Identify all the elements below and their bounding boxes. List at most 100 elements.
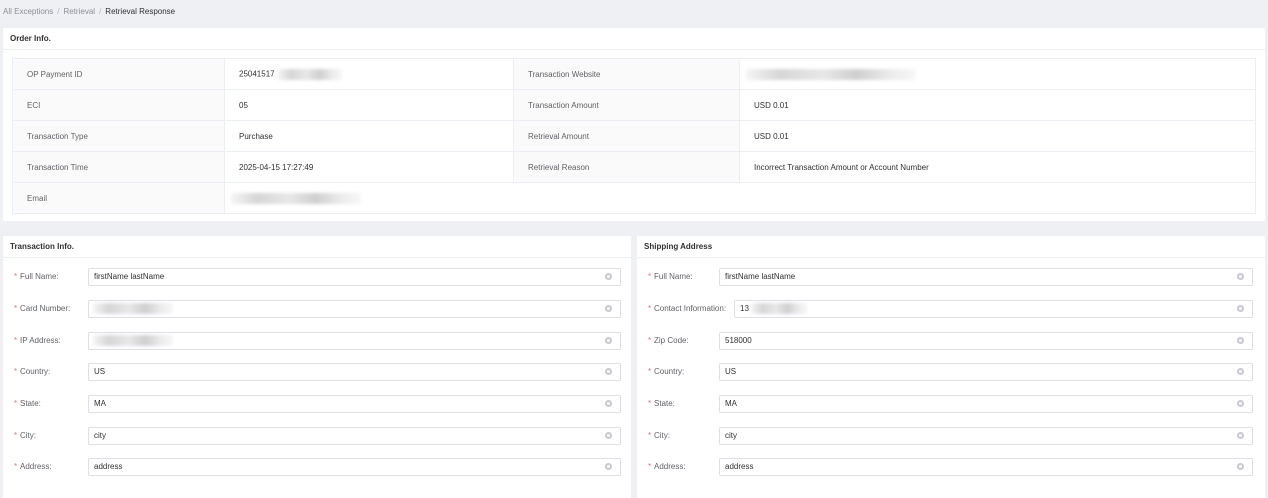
- form-row: * IP Address:: [14, 332, 621, 350]
- country-input[interactable]: US: [88, 363, 621, 381]
- form-row: * Full Name: firstName lastName: [648, 268, 1254, 286]
- city-label: City:: [20, 431, 36, 440]
- order-info-title: Order Info.: [10, 34, 51, 43]
- clear-icon[interactable]: [1237, 432, 1244, 439]
- contact-information-label: Contact Information:: [654, 304, 727, 313]
- divider: [637, 257, 1265, 258]
- required-mark: *: [648, 462, 652, 471]
- clear-icon[interactable]: [1237, 305, 1244, 312]
- form-row: * Card Number:: [14, 300, 621, 318]
- table-row: Transaction Time 2025-04-15 17:27:49 Ret…: [12, 151, 1256, 183]
- form-row: * Country: US: [648, 363, 1254, 381]
- form-row: * City: city: [14, 427, 621, 445]
- form-row: * Contact Information: 13: [648, 300, 1254, 318]
- form-row: * State: MA: [14, 395, 621, 413]
- zip-code-label: Zip Code:: [654, 336, 689, 345]
- required-mark: *: [648, 272, 652, 281]
- zip-code-input[interactable]: 518000: [719, 332, 1253, 350]
- required-mark: *: [14, 462, 18, 471]
- redacted-blur: [751, 303, 807, 314]
- breadcrumb-retrieval[interactable]: Retrieval: [63, 7, 95, 16]
- op-payment-id-label: OP Payment ID: [12, 58, 225, 90]
- address-label: Address:: [20, 462, 52, 471]
- shipping-city-input[interactable]: city: [719, 427, 1253, 445]
- op-payment-id-value: 25041517: [224, 58, 514, 90]
- transaction-info-card: Transaction Info. * Full Name: firstName…: [3, 236, 631, 498]
- full-name-label: Full Name:: [654, 272, 693, 281]
- card-number-input[interactable]: [88, 300, 621, 318]
- breadcrumb-current: Retrieval Response: [105, 7, 176, 16]
- order-info-table: OP Payment ID 25041517 Transaction Websi…: [12, 58, 1256, 214]
- required-mark: *: [14, 272, 18, 281]
- retrieval-amount-label: Retrieval Amount: [513, 120, 740, 152]
- full-name-input[interactable]: firstName lastName: [88, 268, 621, 286]
- shipping-address-card: Shipping Address * Full Name: firstName …: [637, 236, 1265, 498]
- contact-information-input[interactable]: 13: [734, 300, 1253, 318]
- table-row: Transaction Type Purchase Retrieval Amou…: [12, 120, 1256, 152]
- redacted-blur: [231, 192, 361, 204]
- transaction-type-value: Purchase: [224, 120, 514, 152]
- redacted-blur: [746, 68, 916, 80]
- form-row: * Zip Code: 518000: [648, 332, 1254, 350]
- retrieval-reason-value: Incorrect Transaction Amount or Account …: [739, 151, 1256, 183]
- transaction-website-label: Transaction Website: [513, 58, 740, 90]
- address-label: Address:: [654, 462, 686, 471]
- transaction-time-value: 2025-04-15 17:27:49: [224, 151, 514, 183]
- clear-icon[interactable]: [605, 337, 612, 344]
- transaction-amount-value: USD 0.01: [739, 89, 1256, 121]
- transaction-type-label: Transaction Type: [12, 120, 225, 152]
- breadcrumb-separator: /: [57, 7, 60, 16]
- shipping-address-title: Shipping Address: [644, 242, 713, 251]
- shipping-address-input[interactable]: address: [719, 458, 1253, 476]
- form-row: * Full Name: firstName lastName: [14, 268, 621, 286]
- shipping-full-name-input[interactable]: firstName lastName: [719, 268, 1253, 286]
- transaction-website-value: [739, 58, 1256, 90]
- table-row: Email: [12, 182, 1256, 214]
- required-mark: *: [14, 431, 18, 440]
- clear-icon[interactable]: [605, 432, 612, 439]
- table-row: OP Payment ID 25041517 Transaction Websi…: [12, 58, 1256, 90]
- state-label: State:: [654, 399, 675, 408]
- clear-icon[interactable]: [1237, 463, 1244, 470]
- clear-icon[interactable]: [1237, 400, 1244, 407]
- required-mark: *: [648, 431, 652, 440]
- state-input[interactable]: MA: [88, 395, 621, 413]
- country-label: Country:: [20, 367, 51, 376]
- email-label: Email: [12, 182, 225, 214]
- required-mark: *: [14, 304, 18, 313]
- required-mark: *: [648, 399, 652, 408]
- ip-address-input[interactable]: [88, 332, 621, 350]
- redacted-blur: [277, 68, 342, 80]
- clear-icon[interactable]: [605, 305, 612, 312]
- required-mark: *: [648, 336, 652, 345]
- eci-label: ECI: [12, 89, 225, 121]
- email-value: [224, 182, 1256, 214]
- clear-icon[interactable]: [605, 273, 612, 280]
- form-row: * City: city: [648, 427, 1254, 445]
- required-mark: *: [648, 304, 652, 313]
- clear-icon[interactable]: [605, 463, 612, 470]
- address-input[interactable]: address: [88, 458, 621, 476]
- retrieval-reason-label: Retrieval Reason: [513, 151, 740, 183]
- transaction-amount-label: Transaction Amount: [513, 89, 740, 121]
- clear-icon[interactable]: [1237, 273, 1244, 280]
- clear-icon[interactable]: [1237, 368, 1244, 375]
- divider: [3, 49, 1265, 50]
- city-input[interactable]: city: [88, 427, 621, 445]
- clear-icon[interactable]: [605, 368, 612, 375]
- divider: [3, 257, 631, 258]
- city-label: City:: [654, 431, 670, 440]
- form-row: * Address: address: [14, 458, 621, 476]
- shipping-state-input[interactable]: MA: [719, 395, 1253, 413]
- required-mark: *: [14, 399, 18, 408]
- clear-icon[interactable]: [605, 400, 612, 407]
- retrieval-amount-value: USD 0.01: [739, 120, 1256, 152]
- transaction-info-title: Transaction Info.: [10, 242, 75, 251]
- shipping-country-input[interactable]: US: [719, 363, 1253, 381]
- breadcrumb-all-exceptions[interactable]: All Exceptions: [3, 7, 53, 16]
- ip-address-label: IP Address:: [20, 336, 61, 345]
- redacted-blur: [93, 303, 173, 314]
- form-row: * Country: US: [14, 363, 621, 381]
- clear-icon[interactable]: [1237, 337, 1244, 344]
- redacted-blur: [93, 335, 173, 346]
